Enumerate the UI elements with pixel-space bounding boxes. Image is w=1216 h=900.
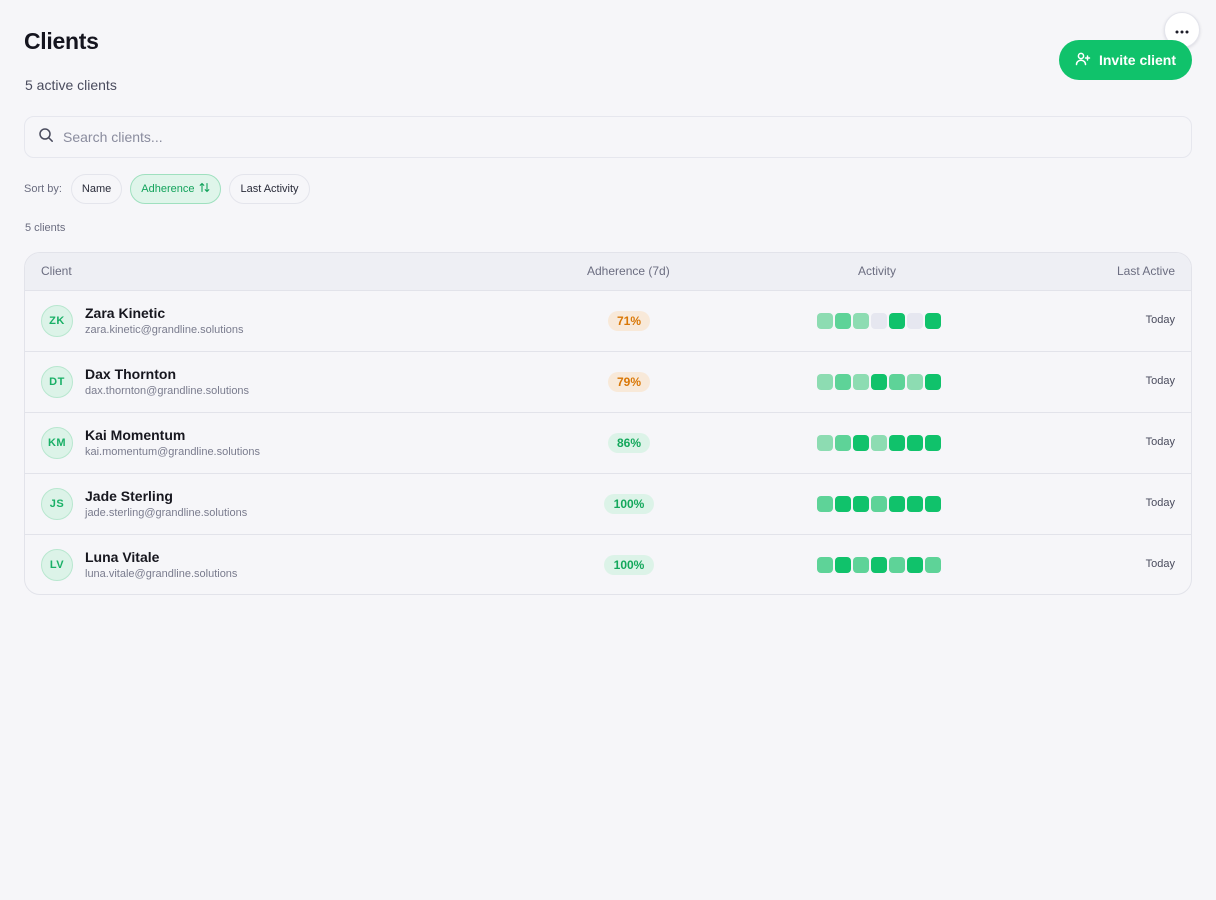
activity-day-dot — [817, 374, 833, 390]
client-email: kai.momentum@grandline.solutions — [85, 446, 261, 458]
activity-strip — [817, 557, 941, 573]
client-name[interactable]: Luna Vitale — [85, 549, 159, 565]
adherence-badge: 79% — [608, 372, 650, 392]
client-name[interactable]: Dax Thornton — [85, 366, 176, 382]
activity-day-dot — [817, 557, 833, 573]
search-bar — [24, 116, 1192, 158]
avatar: LV — [41, 549, 73, 581]
activity-day-dot — [889, 313, 905, 329]
activity-day-dot — [853, 496, 869, 512]
column-header-activity[interactable]: Activity — [858, 264, 896, 278]
page-title: Clients — [24, 28, 99, 54]
activity-day-dot — [889, 496, 905, 512]
activity-day-dot — [907, 496, 923, 512]
table-row[interactable]: DT Dax Thornton dax.thornton@grandline.s… — [25, 352, 1191, 413]
invite-client-label: Invite client — [1098, 52, 1177, 68]
activity-day-dot — [925, 557, 941, 573]
table-row[interactable]: KM Kai Momentum kai.momentum@grandline.s… — [25, 413, 1191, 474]
sort-adherence-chip[interactable]: Adherence — [130, 174, 222, 204]
activity-day-dot — [817, 313, 833, 329]
sort-label: Sort by: — [24, 183, 62, 195]
activity-day-dot — [889, 557, 905, 573]
adherence-badge: 100% — [604, 555, 654, 575]
activity-day-dot — [907, 435, 923, 451]
avatar: KM — [41, 427, 73, 459]
activity-day-dot — [925, 313, 941, 329]
activity-day-dot — [907, 557, 923, 573]
activity-day-dot — [853, 435, 869, 451]
last-active: Today — [1145, 497, 1175, 509]
activity-day-dot — [853, 374, 869, 390]
activity-day-dot — [889, 435, 905, 451]
client-name[interactable]: Zara Kinetic — [85, 305, 165, 321]
clients-table: Client Adherence (7d) Activity Last Acti… — [24, 252, 1192, 595]
avatar: ZK — [41, 305, 73, 337]
sort-name-label: Name — [81, 183, 112, 195]
activity-day-dot — [925, 435, 941, 451]
sort-last-activity-label: Last Activity — [240, 183, 299, 195]
user-plus-icon — [1075, 51, 1091, 70]
adherence-badge: 71% — [608, 311, 650, 331]
page-subtitle: 5 active clients — [25, 77, 117, 93]
client-email: jade.sterling@grandline.solutions — [85, 507, 248, 519]
activity-day-dot — [835, 435, 851, 451]
activity-day-dot — [871, 496, 887, 512]
sort-last-activity-chip[interactable]: Last Activity — [229, 174, 310, 204]
activity-day-dot — [817, 496, 833, 512]
client-email: luna.vitale@grandline.solutions — [85, 568, 238, 580]
search-input[interactable] — [63, 129, 1163, 145]
column-header-adherence[interactable]: Adherence (7d) — [587, 264, 670, 278]
activity-day-dot — [871, 557, 887, 573]
activity-day-dot — [889, 374, 905, 390]
activity-strip — [817, 435, 941, 451]
activity-day-dot — [925, 374, 941, 390]
client-name[interactable]: Jade Sterling — [85, 488, 173, 504]
activity-day-dot — [853, 313, 869, 329]
sort-arrows-icon — [199, 182, 210, 196]
table-row[interactable]: LV Luna Vitale luna.vitale@grandline.sol… — [25, 535, 1191, 594]
table-row[interactable]: ZK Zara Kinetic zara.kinetic@grandline.s… — [25, 291, 1191, 352]
column-header-last-active[interactable]: Last Active — [1117, 264, 1175, 278]
avatar: DT — [41, 366, 73, 398]
activity-day-dot — [907, 313, 923, 329]
activity-day-dot — [907, 374, 923, 390]
activity-day-dot — [925, 496, 941, 512]
client-count: 5 clients — [25, 222, 66, 234]
activity-day-dot — [835, 313, 851, 329]
activity-strip — [817, 374, 941, 390]
client-email: dax.thornton@grandline.solutions — [85, 385, 250, 397]
avatar: JS — [41, 488, 73, 520]
activity-day-dot — [835, 496, 851, 512]
last-active: Today — [1145, 436, 1175, 448]
sort-adherence-label: Adherence — [141, 183, 195, 195]
activity-day-dot — [817, 435, 833, 451]
clients-page: Clients 5 active clients Invite client S… — [0, 0, 1216, 900]
last-active: Today — [1145, 375, 1175, 387]
last-active: Today — [1145, 558, 1175, 570]
table-row[interactable]: JS Jade Sterling jade.sterling@grandline… — [25, 474, 1191, 535]
adherence-badge: 100% — [604, 494, 654, 514]
sort-bar: Sort by: Name Adherence Last Activity — [24, 174, 310, 204]
ellipsis-icon — [1175, 21, 1189, 39]
last-active: Today — [1145, 314, 1175, 326]
search-icon — [38, 127, 54, 148]
client-name[interactable]: Kai Momentum — [85, 427, 185, 443]
activity-day-dot — [871, 313, 887, 329]
activity-strip — [817, 496, 941, 512]
activity-day-dot — [871, 374, 887, 390]
activity-day-dot — [871, 435, 887, 451]
sort-name-chip[interactable]: Name — [70, 174, 123, 204]
invite-client-button[interactable]: Invite client — [1059, 40, 1192, 80]
activity-day-dot — [853, 557, 869, 573]
column-header-client[interactable]: Client — [41, 264, 72, 278]
client-email: zara.kinetic@grandline.solutions — [85, 324, 244, 336]
activity-day-dot — [835, 557, 851, 573]
activity-strip — [817, 313, 941, 329]
activity-day-dot — [835, 374, 851, 390]
adherence-badge: 86% — [608, 433, 650, 453]
table-header: Client Adherence (7d) Activity Last Acti… — [25, 253, 1191, 291]
